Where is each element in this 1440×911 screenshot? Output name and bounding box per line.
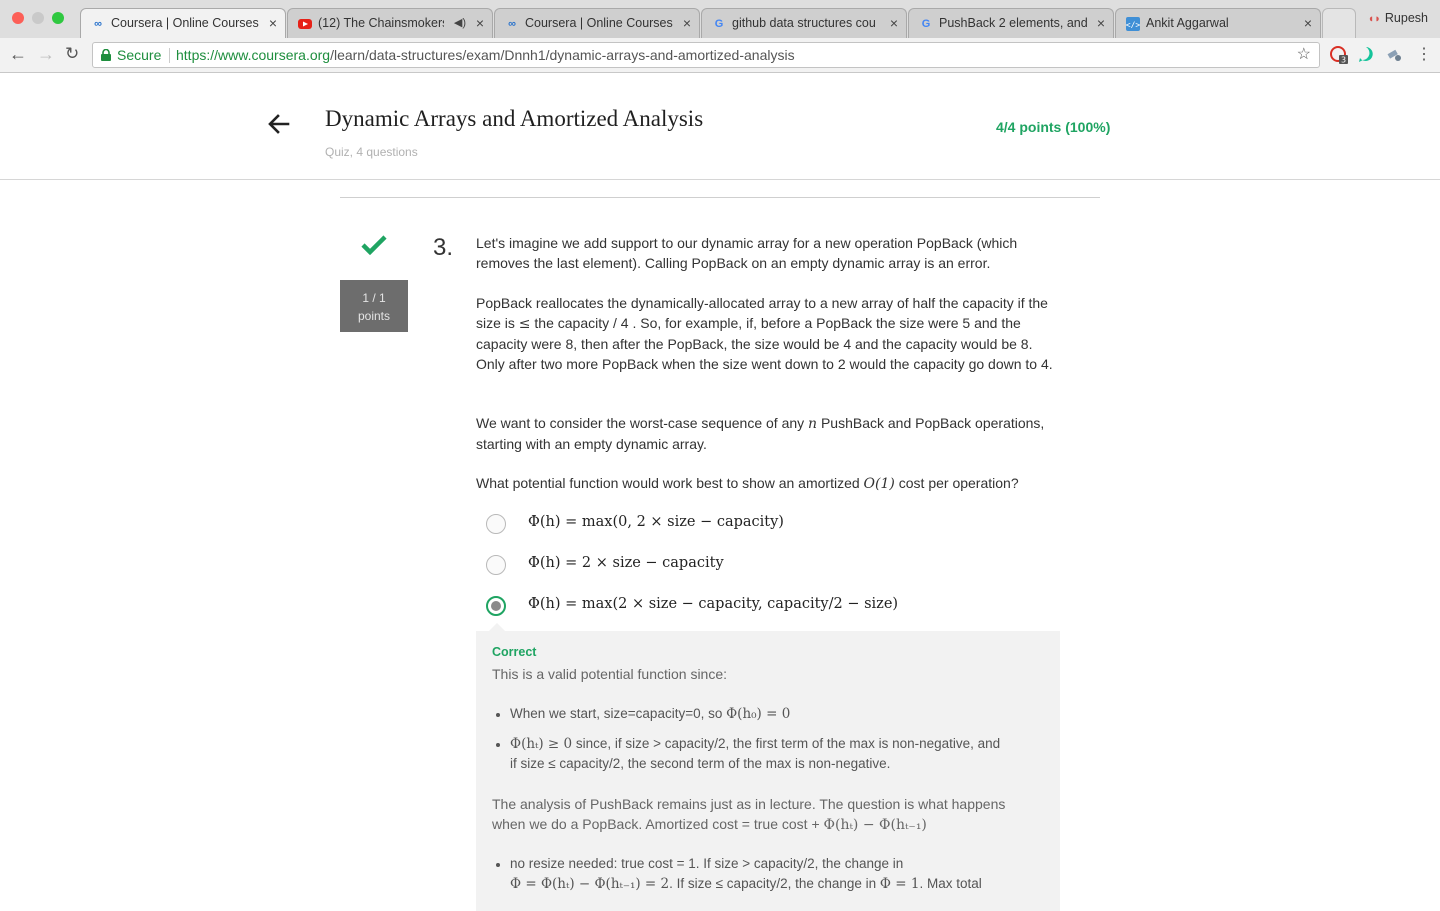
new-tab-button[interactable] [1322,8,1356,38]
radio-button[interactable] [486,555,506,575]
bullet-dot [496,863,500,867]
radio-dot [491,601,501,611]
points-label: points [357,309,391,323]
extension-adblock-icon[interactable]: 3 [1330,46,1348,65]
tab-title: Ankit Aggarwal [1146,16,1229,30]
page-title: Dynamic Arrays and Amortized Analysis [325,106,704,131]
minimize-window-button[interactable] [32,12,44,24]
browser-tab-3[interactable]: ∞ Coursera | Online Courses × [494,8,700,38]
feedback-pointer [489,623,505,631]
feedback-bullet-3-line-1: no resize needed: true cost = 1. If size… [510,856,904,871]
lock-icon [101,49,111,61]
back-arrow-icon[interactable] [266,111,292,137]
reload-icon[interactable]: ↻ [65,44,79,64]
bullet-dot [496,713,500,717]
address-toolbar: ← → ↻ Secure https://www.coursera.org/le… [0,38,1440,73]
option-label: Φ(h) = max(0, 2 × size − capacity) [528,514,784,530]
tab-title: PushBack 2 elements, and [939,16,1087,30]
speaker-icon[interactable]: ◀︎) [454,16,466,29]
close-window-button[interactable] [12,12,24,24]
extension-satellite-icon[interactable] [1386,46,1404,64]
browser-tab-1[interactable]: ∞ Coursera | Online Courses × [80,8,286,38]
youtube-icon [298,17,312,31]
bullet-dot [496,743,500,747]
browser-tab-6[interactable]: </> Ankit Aggarwal × [1115,8,1321,38]
close-tab-icon[interactable]: × [1097,15,1105,31]
close-tab-icon[interactable]: × [269,15,277,31]
feedback-status: Correct [492,645,537,659]
tab-title: github data structures cou [732,16,876,30]
points-badge: 1 / 1 points [340,280,408,332]
secure-label: Secure [117,47,162,63]
browser-menu-icon[interactable]: ⋮ [1416,44,1432,64]
divider [340,197,1100,198]
url-separator [169,48,170,63]
question-paragraph-1: Let's imagine we add support to our dyna… [476,235,1018,271]
zoom-window-button[interactable] [52,12,64,24]
question-number: 3. [433,234,454,261]
forward-icon[interactable]: → [37,44,55,65]
coursera-icon: ∞ [94,18,102,30]
browser-tab-2[interactable]: (12) The Chainsmokers ◀︎) × [287,8,493,38]
close-tab-icon[interactable]: × [890,15,898,31]
back-icon[interactable]: ← [9,44,27,65]
url-text: https://www.coursera.org/learn/data-stru… [176,43,795,67]
question-paragraph-2: PopBack reallocates the dynamically-allo… [476,295,1053,372]
radio-button-selected[interactable] [486,596,506,616]
points-value: 1 / 1 [362,291,386,305]
quiz-score: 4/4 points (100%) [996,119,1111,135]
url-bar[interactable]: Secure https://www.coursera.org/learn/da… [92,42,1320,68]
tab-title: (12) The Chainsmokers [318,16,444,30]
quiz-subtitle: Quiz, 4 questions [325,145,418,159]
radio-button[interactable] [486,514,506,534]
browser-tab-strip: ∞ Coursera | Online Courses × (12) The C… [0,0,1440,38]
tab-title: Coursera | Online Courses [525,16,673,30]
google-icon: G [921,18,931,30]
feedback-bullet-3-line-2: Φ = Φ(hₜ) − Φ(hₜ₋₁) = 2. If size ≤ capac… [510,876,982,892]
profile-button[interactable]: ◖◗ Rupesh [1368,11,1428,25]
question-paragraph-3: We want to consider the worst-case seque… [476,415,1045,452]
profile-icon: ◖◗ [1367,13,1381,25]
close-tab-icon[interactable]: × [683,15,691,31]
url-host: https://www.coursera.org [176,47,331,63]
coursera-icon: ∞ [508,18,516,30]
feedback-bullet-2: Φ(hₜ) ≥ 0 since, if size > capacity/2, t… [510,736,1001,771]
browser-tab-4[interactable]: G github data structures cou × [701,8,907,38]
feedback-bullet-1: When we start, size=capacity=0, so Φ(h₀)… [510,706,791,722]
feedback-intro: This is a valid potential function since… [492,666,728,682]
option-label: Φ(h) = 2 × size − capacity [528,555,724,571]
checkmark-icon [361,235,387,256]
extension-grammarly-icon[interactable] [1358,46,1376,64]
extension-badge: 3 [1341,56,1346,65]
question-prompt: What potential function would work best … [476,475,1019,492]
option-label: Φ(h) = max(2 × size − capacity, capacity… [528,596,899,612]
close-tab-icon[interactable]: × [1304,15,1312,31]
google-icon: G [714,18,724,30]
svg-text:</>: </> [1126,21,1140,30]
bookmark-star-icon[interactable]: ☆ [1297,43,1311,67]
code-icon: </> [1126,17,1140,31]
profile-name: Rupesh [1384,11,1428,25]
quiz-header: Dynamic Arrays and Amortized Analysis Qu… [0,73,1440,180]
url-path: /learn/data-structures/exam/Dnnh1/dynami… [330,47,795,63]
tab-title: Coursera | Online Courses [111,16,259,30]
feedback-analysis: The analysis of PushBack remains just as… [492,796,1006,833]
browser-tab-5[interactable]: G PushBack 2 elements, and × [908,8,1114,38]
close-tab-icon[interactable]: × [476,15,484,31]
